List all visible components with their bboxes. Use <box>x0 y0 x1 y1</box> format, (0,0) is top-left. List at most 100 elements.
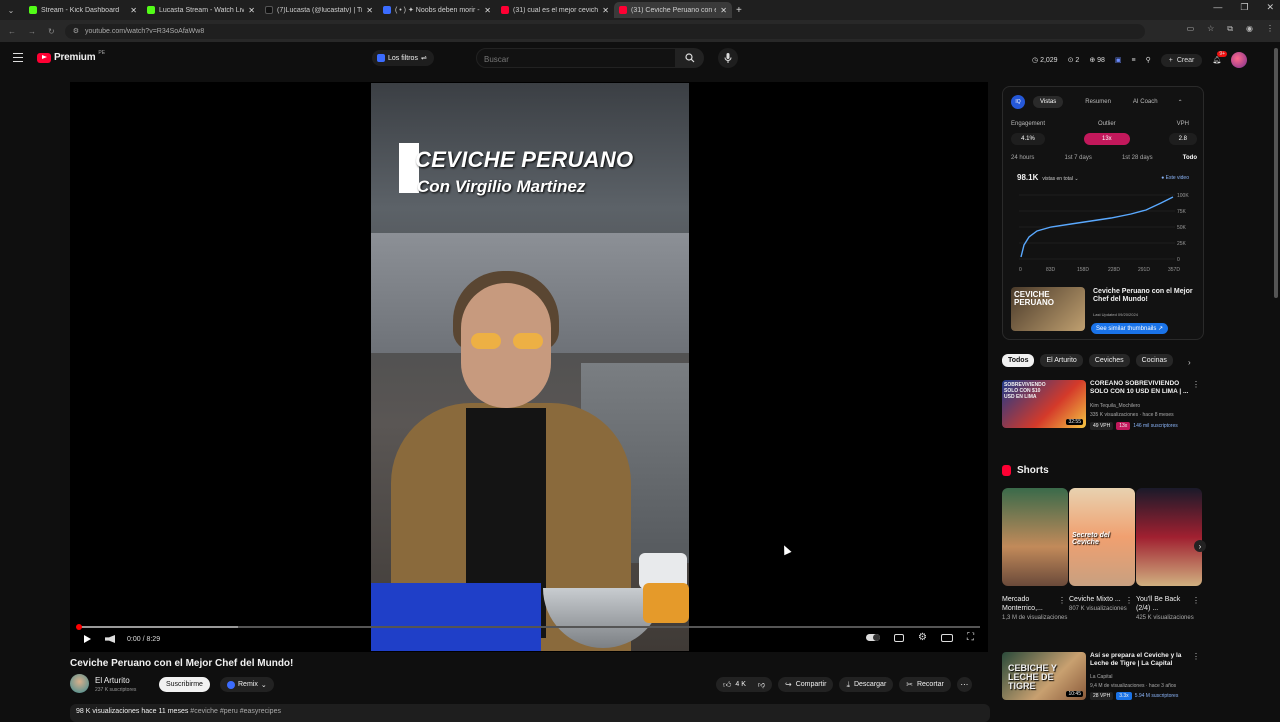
browser-tab[interactable]: (31) cual es el mejor ceviche del✕ <box>496 2 614 18</box>
youtube-logo[interactable]: Premium PE <box>37 50 105 63</box>
queue-icon[interactable]: ≡ <box>1132 57 1136 64</box>
account-avatar[interactable] <box>1231 52 1248 68</box>
hashtags[interactable]: #ceviche #peru #easyrecipes <box>190 708 281 715</box>
site-info-icon[interactable]: ⚙ <box>73 27 79 35</box>
voice-search-button[interactable] <box>718 48 738 68</box>
more-options-icon[interactable]: ⋮ <box>1058 596 1066 605</box>
channel-name[interactable]: El Arturito <box>95 676 130 685</box>
browser-tab[interactable]: Stream - Kick Dashboard ✕ <box>24 2 142 18</box>
close-tab-icon[interactable]: ✕ <box>720 6 727 15</box>
tab-resumen[interactable]: Resumen <box>1085 99 1111 105</box>
views-dropdown[interactable]: vistas en total ⌄ <box>1042 176 1078 182</box>
collapse-icon[interactable]: ⌃ <box>1178 99 1183 106</box>
period-all[interactable]: Todo <box>1183 155 1197 161</box>
cast-icon[interactable]: ▭ <box>1187 24 1195 34</box>
settings-gear-icon[interactable]: ⚙ <box>918 632 927 643</box>
video-thumbnail[interactable]: SOBREVIVIENDO SOLO CON $10 USD EN LIMA 3… <box>1002 380 1086 428</box>
theater-mode-icon[interactable] <box>941 633 953 642</box>
notifications-button[interactable]: 🔔︎ 9+ <box>1212 51 1228 64</box>
video-meta: 9,4 M de visualizaciones · hace 3 años <box>1090 683 1177 689</box>
chip-ceviches[interactable]: Ceviches <box>1088 354 1130 367</box>
create-button[interactable]: + Crear <box>1160 53 1203 67</box>
stat-counter: ⊙ 2 <box>1067 57 1080 64</box>
fullscreen-icon[interactable]: ⛶ <box>967 632 974 643</box>
short-item[interactable]: You'll Be Back (2/4) ... 425 K visualiza… <box>1136 488 1202 622</box>
search-button[interactable] <box>676 48 704 68</box>
tab-ai-coach[interactable]: AI Coach <box>1133 99 1158 105</box>
recommended-video[interactable]: SOBREVIVIENDO SOLO CON $10 USD EN LIMA 3… <box>1002 380 1202 430</box>
download-button[interactable]: ⤓ Descargar <box>839 677 894 692</box>
dislike-icon[interactable]: 👎︎ <box>758 680 765 689</box>
browser-menu-icon[interactable]: ⋮ <box>1266 24 1274 34</box>
tab-search-icon[interactable]: ⌄ <box>4 3 18 17</box>
short-thumbnail[interactable] <box>1136 488 1202 586</box>
short-thumbnail[interactable] <box>1002 488 1068 586</box>
period-7d[interactable]: 1st 7 days <box>1064 155 1091 161</box>
close-window-icon[interactable]: ✕ <box>1266 2 1274 13</box>
tab-vistas[interactable]: Vistas <box>1033 96 1064 108</box>
chip-todos[interactable]: Todos <box>1002 354 1035 367</box>
search-input[interactable]: Buscar <box>476 48 676 68</box>
remix-button[interactable]: Remix ⌄ <box>220 677 274 692</box>
short-item[interactable]: Secreto del Ceviche Ceviche Mixto ... 80… <box>1069 488 1135 613</box>
volume-icon[interactable] <box>105 635 115 643</box>
short-thumbnail[interactable]: Secreto del Ceviche <box>1069 488 1135 586</box>
subtitles-icon[interactable] <box>894 633 905 642</box>
back-icon[interactable]: ← <box>8 27 16 36</box>
recommended-video[interactable]: CEBICHE Y LECHE DE TIGRE 10:45 Así se pr… <box>1002 652 1202 702</box>
short-item[interactable]: Mercado Monterrico,... 1,3 M de visualiz… <box>1002 488 1068 622</box>
bookmark-star-icon[interactable]: ☆ <box>1207 24 1214 34</box>
more-options-icon[interactable]: ⋮ <box>1192 596 1200 605</box>
subscribe-button[interactable]: Suscribirme <box>159 677 210 692</box>
extension-icon[interactable]: ▣ <box>1115 56 1122 64</box>
period-24h[interactable]: 24 hours <box>1011 155 1034 161</box>
browser-tab-active[interactable]: (31) Ceviche Peruano con el Mejor✕ <box>614 2 732 18</box>
more-options-icon[interactable]: ⋮ <box>1192 652 1200 661</box>
panel-video-title: Ceviche Peruano con el Mejor Chef del Mu… <box>1093 288 1193 303</box>
autoplay-toggle[interactable] <box>866 634 881 641</box>
minimize-icon[interactable]: — <box>1213 2 1222 13</box>
reload-icon[interactable]: ↻ <box>48 27 55 36</box>
profile-icon[interactable]: ◉ <box>1246 24 1253 34</box>
scrollbar[interactable] <box>1274 48 1278 298</box>
browser-tab[interactable]: Lucasta Stream - Watch Live on Kick✕ <box>142 2 260 18</box>
scrubber-handle[interactable] <box>76 624 82 630</box>
like-button[interactable]: 👍︎ 4 K 👎︎ <box>716 677 772 692</box>
close-tab-icon[interactable]: ✕ <box>366 6 373 15</box>
clip-button[interactable]: ✂ Recortar <box>899 677 951 692</box>
panel-thumbnail[interactable]: CEVICHE PERUANO <box>1011 287 1085 331</box>
extensions-icon[interactable]: ⧉ <box>1227 24 1233 34</box>
channel-name[interactable]: La Capital <box>1090 674 1113 680</box>
video-player[interactable]: CEVICHE PERUANO Con Virgilio Martinez 0:… <box>70 82 988 652</box>
shorts-next-icon[interactable]: › <box>1194 540 1206 552</box>
share-button[interactable]: ↪ Compartir <box>778 677 834 692</box>
browser-tab[interactable]: (7)Lucasta (@lucastatv) | TikTok✕ <box>260 2 378 18</box>
more-options-icon[interactable]: ⋮ <box>1192 380 1200 389</box>
chip-cocinas[interactable]: Cocinas <box>1135 354 1173 367</box>
chip-el-arturito[interactable]: El Arturito <box>1040 354 1083 367</box>
filters-button[interactable]: Los filtros ⇌ <box>372 50 434 66</box>
more-actions-icon[interactable]: ⋯ <box>956 677 972 692</box>
play-icon[interactable] <box>84 635 91 643</box>
new-tab-icon[interactable]: + <box>736 5 742 16</box>
url-field[interactable]: ⚙ youtube.com/watch?v=R34SoAfaWw8 <box>64 23 1145 39</box>
menu-icon[interactable] <box>13 53 23 62</box>
close-tab-icon[interactable]: ✕ <box>602 6 609 15</box>
close-tab-icon[interactable]: ✕ <box>130 6 137 15</box>
maximize-icon[interactable]: ❐ <box>1240 2 1248 13</box>
video-frame[interactable]: CEVICHE PERUANO Con Virgilio Martinez <box>371 83 689 651</box>
forward-icon[interactable]: → <box>28 27 36 36</box>
description-box[interactable]: 98 K visualizaciones hace 11 meses #cevi… <box>70 704 990 722</box>
chevron-right-icon[interactable]: › <box>1188 358 1191 367</box>
browser-tab[interactable]: ( • ) ✦ Noobs deben morir - Roblox✕ <box>378 2 496 18</box>
period-28d[interactable]: 1st 28 days <box>1122 155 1153 161</box>
channel-name[interactable]: Kim Tequila_Mochilero <box>1090 403 1140 409</box>
channel-avatar[interactable] <box>70 674 89 693</box>
close-tab-icon[interactable]: ✕ <box>248 6 255 15</box>
video-thumbnail[interactable]: CEBICHE Y LECHE DE TIGRE 10:45 <box>1002 652 1086 700</box>
similar-thumbnails-button[interactable]: See similar thumbnails ↗ <box>1091 323 1169 334</box>
progress-bar[interactable] <box>76 624 980 630</box>
alert-icon[interactable]: ⚲ <box>1146 56 1151 64</box>
close-tab-icon[interactable]: ✕ <box>484 6 491 15</box>
more-options-icon[interactable]: ⋮ <box>1125 596 1133 605</box>
